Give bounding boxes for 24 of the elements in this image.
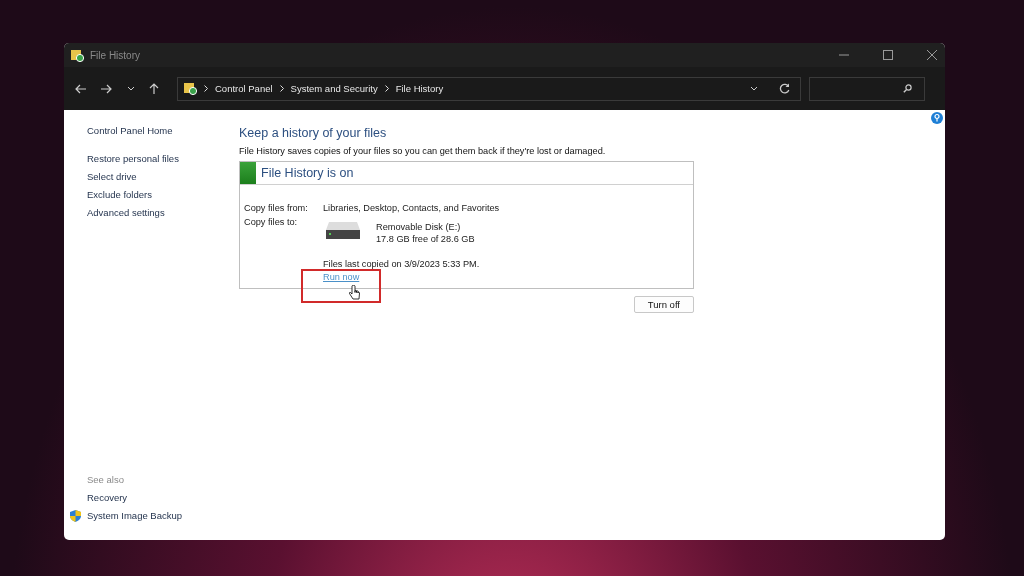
description-text: File History saves copies of your files so you can get them back if they're lost or damaged.: [239, 146, 607, 156]
see-also-heading: See also: [87, 473, 125, 487]
breadcrumb[interactable]: Control Panel: [215, 83, 273, 94]
last-copied-text: Files last copied on 3/9/2023 5:33 PM.: [323, 259, 481, 269]
sidebar-link[interactable]: Advanced settings: [87, 204, 239, 222]
sidebar-link[interactable]: Exclude folders: [87, 186, 239, 204]
breadcrumb[interactable]: System and Security: [290, 83, 378, 94]
field-value: Libraries, Desktop, Contacts, and Favorites: [323, 203, 500, 213]
field-label: Copy files from:: [244, 203, 309, 213]
address-bar[interactable]: Control Panel System and Security File History: [177, 76, 801, 101]
drive-space: 17.8 GB free of 28.6 GB: [376, 233, 475, 245]
sidebar-link[interactable]: System Image Backup: [87, 507, 183, 525]
sidebar-link[interactable]: Recovery: [87, 489, 128, 507]
sidebar-link[interactable]: Control Panel Home: [87, 122, 239, 140]
turn-off-button[interactable]: Turn off: [633, 296, 694, 313]
sidebar-link[interactable]: Restore personal files: [87, 150, 239, 168]
breadcrumb[interactable]: File History: [395, 83, 444, 94]
page-heading: Keep a history of your files: [239, 126, 388, 140]
status-title: File History is on: [261, 166, 354, 180]
sidebar-link[interactable]: Select drive: [87, 168, 239, 186]
run-now-link[interactable]: Run now: [323, 272, 360, 282]
drive-name: Removable Disk (E:): [376, 221, 462, 233]
field-label: Copy files to:: [244, 217, 299, 229]
window-title: File History: [90, 49, 140, 61]
